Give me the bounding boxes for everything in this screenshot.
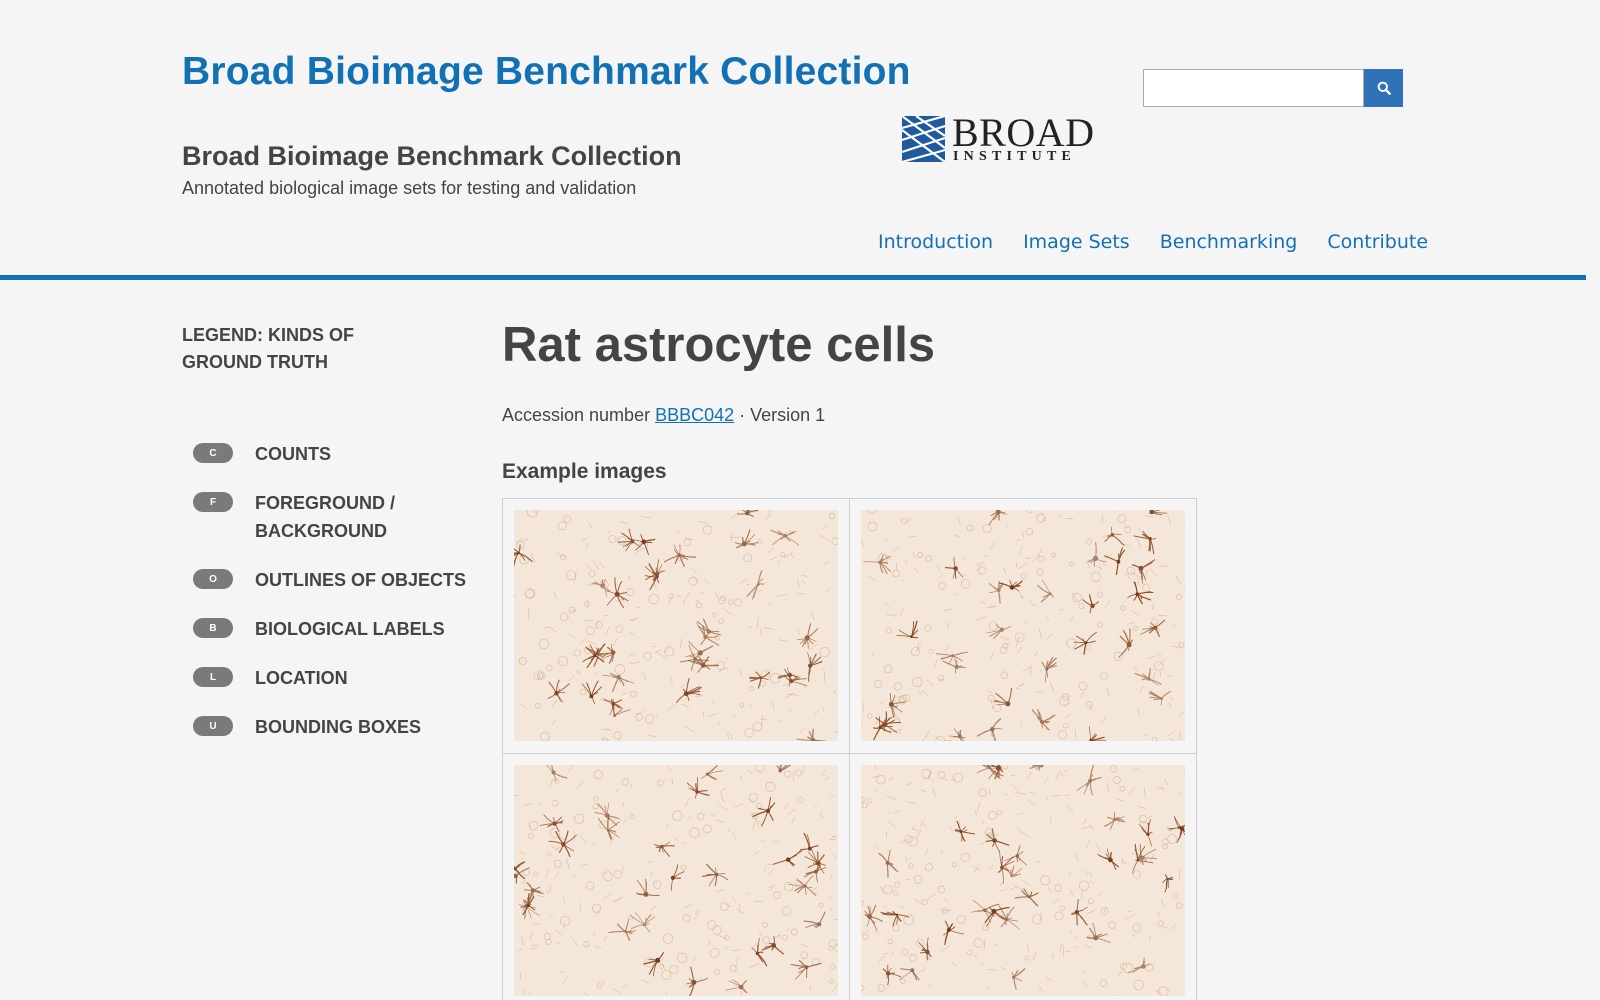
legend-item-foreground-background: F FOREGROUND / BACKGROUND: [193, 489, 485, 545]
example-images-heading: Example images: [502, 460, 667, 483]
broad-logo-sub: INSTITUTE: [953, 149, 1077, 164]
site-subtitle: Broad Bioimage Benchmark Collection: [182, 141, 682, 171]
example-images-grid: [502, 498, 1197, 1000]
search-box: [1143, 69, 1403, 107]
example-image-cell: [502, 753, 850, 1000]
legend-item-location: L LOCATION: [193, 664, 485, 692]
legend-list: C COUNTS F FOREGROUND / BACKGROUND O OUT…: [193, 440, 485, 762]
example-image-2[interactable]: [861, 510, 1185, 741]
search-icon: [1377, 81, 1391, 95]
legend-label: OUTLINES OF OBJECTS: [255, 570, 467, 590]
search-input[interactable]: [1143, 69, 1364, 107]
example-image-cell: [849, 498, 1197, 754]
version-text: · Version 1: [734, 405, 826, 425]
broad-logo-mark-icon: [902, 116, 945, 162]
legend-label: BOUNDING BOXES: [255, 717, 422, 737]
page-title: Rat astrocyte cells: [502, 318, 936, 372]
broad-logo-name: BROAD: [952, 110, 1095, 155]
site-title-link[interactable]: Broad Bioimage Benchmark Collection: [182, 50, 911, 94]
main-nav: Introduction Image Sets Benchmarking Con…: [862, 231, 1443, 253]
legend-item-outlines: O OUTLINES OF OBJECTS: [193, 566, 485, 594]
accession-prefix: Accession number: [502, 405, 656, 425]
legend-badge: C: [193, 443, 233, 463]
broad-institute-logo[interactable]: [902, 116, 945, 162]
legend-badge: F: [193, 492, 233, 512]
legend-item-counts: C COUNTS: [193, 440, 485, 468]
example-image-4[interactable]: [861, 765, 1185, 996]
legend-label: FOREGROUND / BACKGROUND: [255, 493, 396, 541]
accession-line: Accession number BBBC042 · Version 1: [502, 405, 825, 426]
legend-label: LOCATION: [255, 668, 348, 688]
legend-title: LEGEND: KINDS OF GROUND TRUTH: [182, 325, 355, 372]
nav-contribute[interactable]: Contribute: [1327, 231, 1428, 253]
legend-badge: U: [193, 716, 233, 736]
nav-benchmarking[interactable]: Benchmarking: [1160, 231, 1298, 253]
header-divider: [0, 275, 1586, 280]
accession-number-link[interactable]: BBBC042: [655, 405, 734, 425]
nav-introduction[interactable]: Introduction: [878, 231, 993, 253]
legend-label: BIOLOGICAL LABELS: [255, 619, 445, 639]
legend-item-biological-labels: B BIOLOGICAL LABELS: [193, 615, 485, 643]
legend-badge: O: [193, 569, 233, 589]
example-image-1[interactable]: [514, 510, 838, 741]
example-image-3[interactable]: [514, 765, 838, 996]
site-tagline: Annotated biological image sets for test…: [182, 178, 637, 198]
search-button[interactable]: [1364, 69, 1403, 107]
legend-badge: L: [193, 667, 233, 687]
legend-badge: B: [193, 618, 233, 638]
legend-item-bounding-boxes: U BOUNDING BOXES: [193, 713, 485, 741]
example-image-cell: [849, 753, 1197, 1000]
legend-label: COUNTS: [255, 444, 331, 464]
nav-image-sets[interactable]: Image Sets: [1023, 231, 1130, 253]
example-image-cell: [502, 498, 850, 754]
